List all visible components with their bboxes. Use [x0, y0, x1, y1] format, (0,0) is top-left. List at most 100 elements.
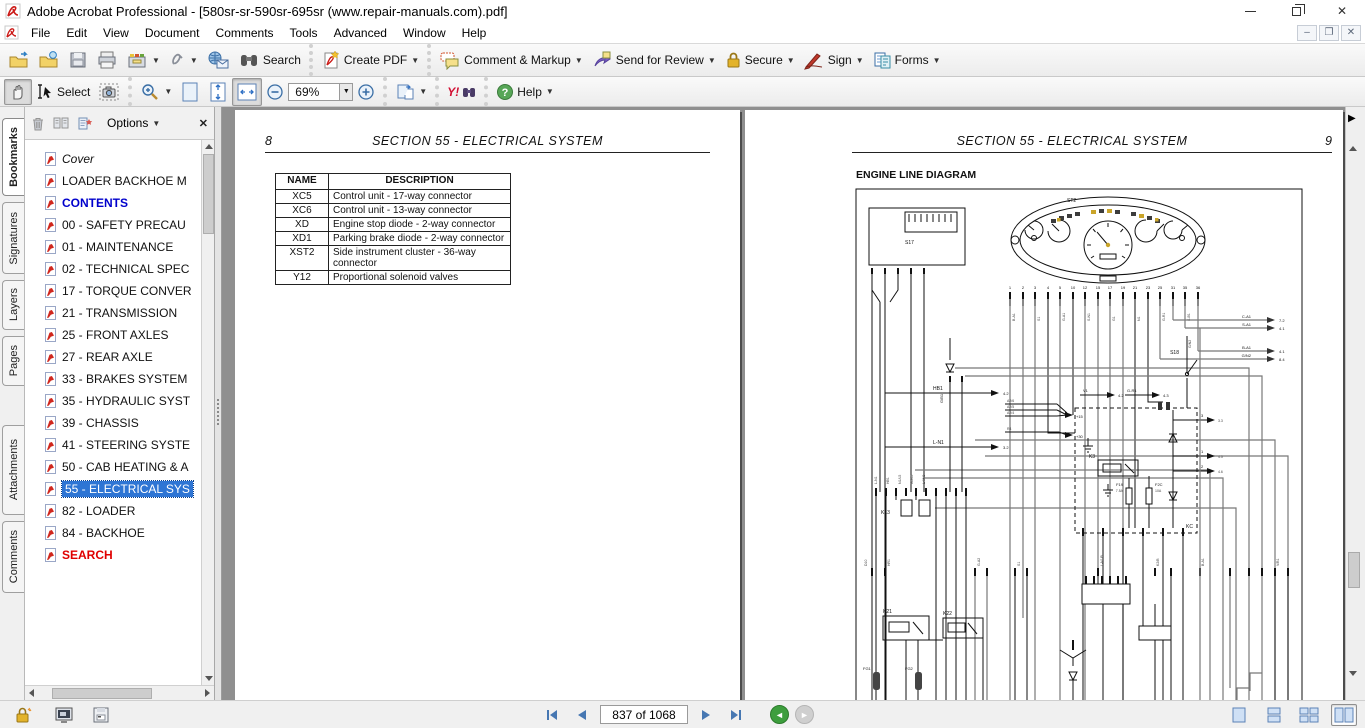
menu-file[interactable]: File [23, 24, 58, 42]
bookmarks-hscrollbar[interactable] [25, 685, 214, 700]
actual-size-button[interactable] [176, 78, 204, 106]
options-menu-button[interactable]: Options▼ [107, 116, 160, 130]
document-scrollbar[interactable]: ▶ [1345, 107, 1361, 700]
menu-comments[interactable]: Comments [208, 24, 282, 42]
scroll-right-arrow[interactable] [205, 689, 210, 697]
new-bookmark-icon[interactable] [77, 116, 93, 131]
scroll-thumb[interactable] [203, 154, 214, 234]
search-button[interactable]: Search [234, 47, 305, 73]
tab-attachments[interactable]: Attachments [2, 425, 24, 515]
bookmark-item[interactable]: 00 - SAFETY PRECAU [25, 214, 214, 236]
bookmark-item[interactable]: 33 - BRAKES SYSTEM [25, 368, 214, 390]
zoom-tool-button[interactable]: ▼ [136, 79, 176, 105]
zoom-in-button[interactable] [353, 80, 379, 104]
scroll-thumb[interactable] [1348, 552, 1360, 588]
bookmark-item[interactable]: Cover [25, 148, 214, 170]
create-pdf-button[interactable]: Create PDF▼ [317, 46, 423, 74]
menu-edit[interactable]: Edit [58, 24, 95, 42]
tab-comments[interactable]: Comments [2, 521, 24, 593]
doc-restore-button[interactable]: ❐ [1319, 25, 1339, 41]
security-lock-icon[interactable] [14, 706, 32, 724]
scroll-down-arrow[interactable] [1349, 676, 1357, 694]
previous-view-button[interactable]: ◄ [770, 705, 789, 724]
next-page-button[interactable] [694, 705, 718, 725]
panel-expand-arrow[interactable]: ▶ [1348, 113, 1356, 124]
scroll-up-arrow[interactable] [1349, 129, 1357, 147]
menu-window[interactable]: Window [395, 24, 454, 42]
help-button[interactable]: ?Help▼ [492, 80, 558, 104]
scroll-up-arrow[interactable] [202, 140, 215, 153]
continuous-facing-button[interactable] [1296, 704, 1322, 726]
previous-page-button[interactable] [570, 705, 594, 725]
last-page-button[interactable] [724, 705, 748, 725]
zoom-value[interactable]: 69% [288, 83, 340, 101]
menu-document[interactable]: Document [137, 24, 208, 42]
tab-signatures[interactable]: Signatures [2, 202, 24, 274]
forms-button[interactable]: Forms▼ [868, 47, 945, 73]
select-tool-button[interactable]: Select [32, 80, 94, 104]
open-button[interactable] [4, 47, 34, 73]
screen-preferences-icon[interactable] [54, 706, 74, 724]
bookmarks-scrollbar[interactable] [201, 140, 214, 685]
first-page-button[interactable] [540, 705, 564, 725]
bookmark-item[interactable]: 50 - CAB HEATING & A [25, 456, 214, 478]
page-number-field[interactable]: 837 of 1068 [600, 705, 688, 724]
close-button[interactable]: ✕ [1319, 0, 1365, 22]
secure-button[interactable]: Secure▼ [720, 47, 799, 73]
doc-minimize-button[interactable]: – [1297, 25, 1317, 41]
hand-tool-button[interactable] [4, 79, 32, 105]
bookmark-item[interactable]: SEARCH [25, 544, 214, 566]
sign-button[interactable]: Sign▼ [799, 47, 868, 73]
panel-close-button[interactable]: ✕ [199, 117, 208, 130]
bookmark-item[interactable]: 25 - FRONT AXLES [25, 324, 214, 346]
bookmark-item[interactable]: 35 - HYDRAULIC SYST [25, 390, 214, 412]
bookmark-item[interactable]: 39 - CHASSIS [25, 412, 214, 434]
panel-splitter[interactable] [215, 107, 222, 700]
bookmark-item-selected[interactable]: 55 - ELECTRICAL SYS [25, 478, 214, 500]
bookmark-item[interactable]: 84 - BACKHOE [25, 522, 214, 544]
tab-layers[interactable]: Layers [2, 280, 24, 330]
fit-width-button[interactable] [232, 78, 262, 106]
disk-usage-icon[interactable] [92, 706, 110, 724]
send-review-button[interactable]: Send for Review▼ [587, 47, 720, 73]
print-button[interactable] [92, 47, 122, 73]
zoom-dropdown[interactable]: ▼ [340, 83, 353, 101]
menu-help[interactable]: Help [454, 24, 495, 42]
bookmark-item[interactable]: 17 - TORQUE CONVER [25, 280, 214, 302]
scroll-left-arrow[interactable] [29, 689, 34, 697]
menu-advanced[interactable]: Advanced [326, 24, 395, 42]
scroll-down-arrow[interactable] [202, 672, 215, 685]
doc-close-button[interactable]: ✕ [1341, 25, 1361, 41]
bookmark-item[interactable]: 01 - MAINTENANCE [25, 236, 214, 258]
restore-button[interactable] [1273, 0, 1319, 22]
bookmark-item[interactable]: 27 - REAR AXLE [25, 346, 214, 368]
bookmark-item[interactable]: CONTENTS [25, 192, 214, 214]
hscroll-thumb[interactable] [52, 688, 152, 699]
bookmark-item[interactable]: 82 - LOADER [25, 500, 214, 522]
delete-bookmark-icon[interactable] [31, 116, 45, 131]
comment-markup-button[interactable]: Comment & Markup▼ [435, 47, 587, 73]
fit-page-button[interactable] [204, 78, 232, 106]
menu-tools[interactable]: Tools [282, 24, 326, 42]
minimize-button[interactable] [1227, 0, 1273, 22]
zoom-out-button[interactable] [262, 80, 288, 104]
tab-bookmarks[interactable]: Bookmarks [2, 118, 24, 196]
single-page-button[interactable] [1226, 704, 1252, 726]
open-web-button[interactable] [34, 47, 64, 73]
continuous-button[interactable] [1261, 704, 1287, 726]
bookmark-item[interactable]: 02 - TECHNICAL SPEC [25, 258, 214, 280]
zoom-combo[interactable]: 69%▼ [288, 83, 353, 101]
organizer-button[interactable]: ▼ [122, 47, 164, 73]
snapshot-button[interactable] [94, 79, 124, 105]
bookmark-item[interactable]: 21 - TRANSMISSION [25, 302, 214, 324]
tab-pages[interactable]: Pages [2, 336, 24, 386]
attach-button[interactable]: ▼ [164, 47, 202, 73]
yahoo-search-button[interactable]: Y! [443, 82, 480, 102]
bookmark-item[interactable]: 41 - STEERING SYSTE [25, 434, 214, 456]
expand-bookmarks-icon[interactable] [53, 116, 69, 130]
menu-view[interactable]: View [95, 24, 137, 42]
bookmark-item[interactable]: LOADER BACKHOE M [25, 170, 214, 192]
page-display-button[interactable]: ▼ [391, 79, 431, 105]
email-button[interactable] [202, 47, 234, 73]
save-button[interactable] [64, 47, 92, 73]
